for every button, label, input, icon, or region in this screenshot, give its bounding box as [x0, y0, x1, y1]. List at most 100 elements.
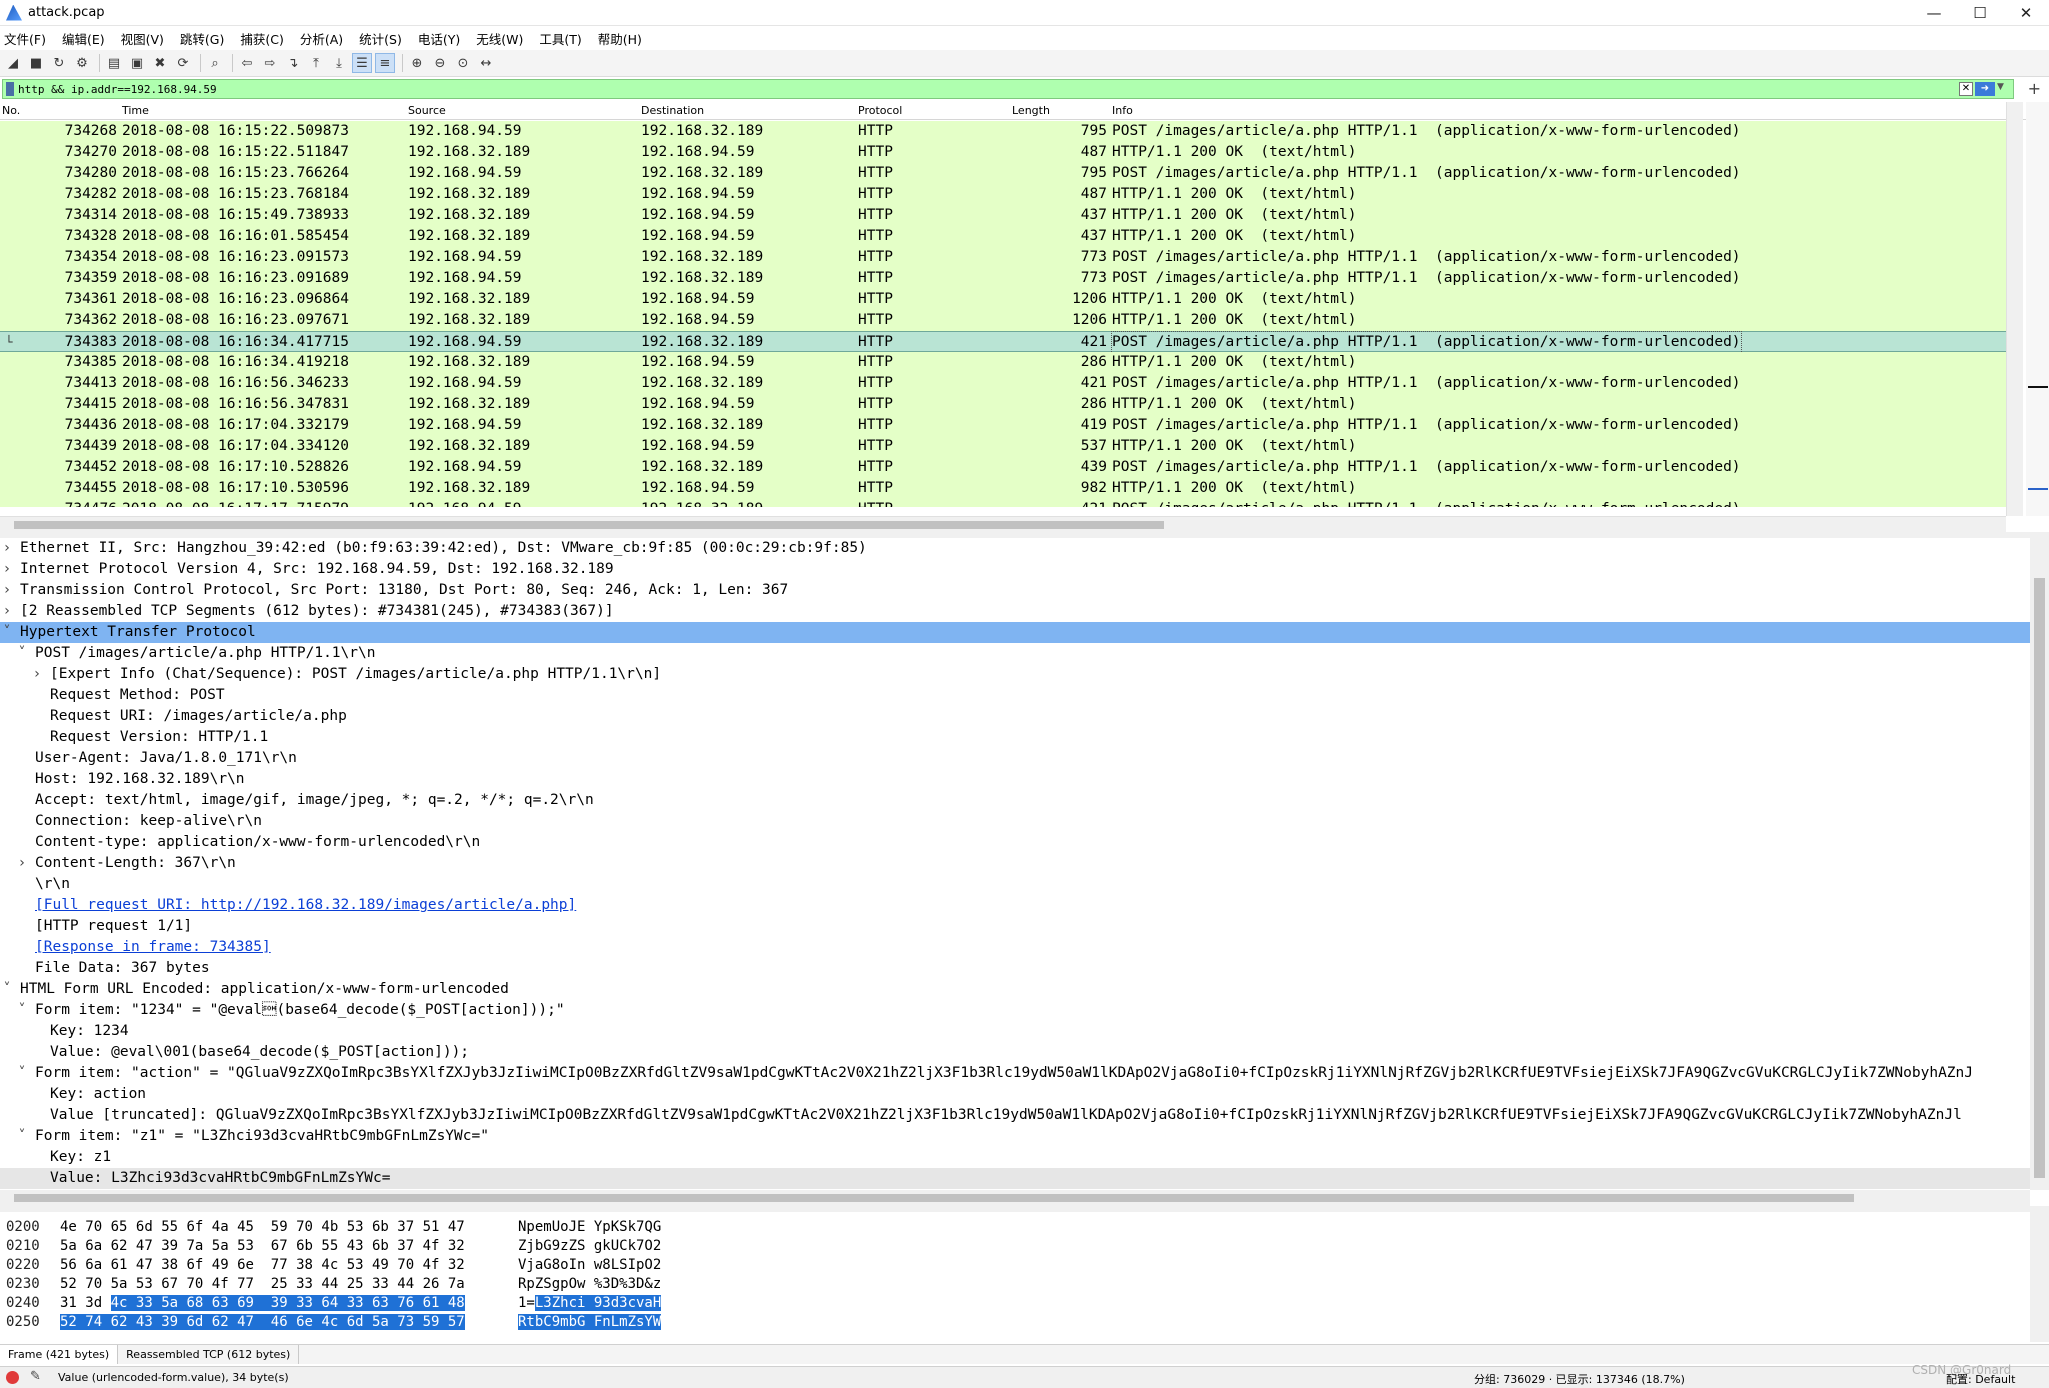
details-vscroll[interactable] [2030, 538, 2049, 1190]
hscroll-thumb[interactable] [14, 1194, 1854, 1202]
byte-hex-value[interactable]: 6f [186, 1257, 203, 1273]
go-to-packet-icon[interactable]: ↴ [283, 53, 303, 73]
byte-hex-value[interactable]: 6f [186, 1219, 203, 1235]
collapsed-chevron-icon[interactable]: › [0, 559, 14, 580]
detail-link[interactable]: [Full request URI: http://192.168.32.189… [35, 895, 576, 916]
byte-hex-value[interactable]: 77 [271, 1257, 288, 1273]
zoom-out-icon[interactable]: ⊖ [430, 53, 450, 73]
byte-hex-value[interactable]: 47 [237, 1314, 254, 1330]
byte-hex-value[interactable]: 62 [111, 1238, 128, 1254]
column-time[interactable]: Time [122, 104, 149, 117]
collapsed-chevron-icon[interactable]: › [0, 601, 14, 622]
byte-hex-value[interactable]: 4f [212, 1276, 229, 1292]
menu-item[interactable]: 无线(W) [476, 29, 523, 48]
collapsed-chevron-icon[interactable]: › [0, 538, 14, 559]
packet-row[interactable]: 734436 2018-08-08 16:17:04.332179 192.168.… [0, 415, 2006, 436]
bookmark-icon[interactable] [6, 82, 14, 96]
byte-hex-value[interactable]: 46 [270, 1314, 288, 1330]
expanded-chevron-icon[interactable]: ˅ [0, 979, 14, 1000]
byte-hex-value[interactable]: 70 [296, 1219, 313, 1235]
menu-item[interactable]: 编辑(E) [62, 29, 105, 48]
byte-hex-value[interactable]: 6b [372, 1219, 389, 1235]
expanded-chevron-icon[interactable]: ˅ [15, 1063, 29, 1084]
detail-line[interactable]: Key: action [0, 1084, 2030, 1105]
byte-hex-value[interactable]: 5a [212, 1238, 229, 1254]
expanded-chevron-icon[interactable]: ˅ [15, 1126, 29, 1147]
byte-hex-value[interactable]: 55 [321, 1238, 338, 1254]
menu-item[interactable]: 工具(T) [539, 29, 581, 48]
byte-hex-value[interactable]: 69 [237, 1295, 254, 1311]
detail-line[interactable]: Connection: keep-alive\r\n [0, 811, 2030, 832]
byte-hex-value[interactable]: 59 [422, 1314, 440, 1330]
collapsed-chevron-icon[interactable]: › [0, 580, 14, 601]
packet-row[interactable]: 734413 2018-08-08 16:16:56.346233 192.168.… [0, 373, 2006, 394]
expert-info-icon[interactable] [6, 1371, 19, 1384]
autoscroll-icon[interactable]: ☰ [352, 53, 372, 73]
byte-hex-value[interactable]: 45 [237, 1219, 254, 1235]
byte-hex-value[interactable]: 39 [270, 1295, 288, 1311]
detail-line[interactable]: Accept: text/html, image/gif, image/jpeg… [0, 790, 2030, 811]
detail-line[interactable]: › Content-Length: 367\r\n [0, 853, 2030, 874]
packet-row[interactable]: 734362 2018-08-08 16:16:23.097671 192.168.… [0, 310, 2006, 331]
details-hscroll[interactable] [0, 1190, 2030, 1206]
packet-row[interactable]: 734383 2018-08-08 16:16:34.417715 192.168.… [0, 331, 2006, 354]
packet-row[interactable]: 734359 2018-08-08 16:16:23.091689 192.168.… [0, 268, 2006, 289]
byte-hex-value[interactable]: 6a [85, 1257, 102, 1273]
byte-hex-value[interactable]: 6e [296, 1314, 313, 1330]
byte-hex-value[interactable]: 55 [161, 1219, 178, 1235]
maximize-icon[interactable]: ☐ [1957, 0, 2003, 26]
byte-hex-value[interactable]: 56 [60, 1257, 77, 1273]
find-icon[interactable]: ⌕ [205, 53, 225, 73]
detail-line[interactable]: › Ethernet II, Src: Hangzhou_39:42:ed (b0… [0, 538, 2030, 559]
detail-line[interactable]: Request URI: /images/article/a.php [0, 706, 2030, 727]
byte-hex-value[interactable]: 7a [186, 1238, 203, 1254]
detail-line[interactable]: Key: z1 [0, 1147, 2030, 1168]
byte-hex-value[interactable]: 5a [111, 1276, 128, 1292]
close-file-icon[interactable]: ✖ [150, 53, 170, 73]
byte-hex-value[interactable]: 3d [85, 1295, 102, 1311]
byte-hex-value[interactable]: 61 [422, 1295, 440, 1311]
byte-hex-value[interactable]: 33 [135, 1295, 153, 1311]
first-packet-icon[interactable]: ⤒ [306, 53, 326, 73]
filter-history-icon[interactable]: ▼ [1997, 82, 2009, 92]
minimize-icon[interactable]: — [1911, 0, 1957, 26]
byte-ascii[interactable]: RpZSgpOw %3D%3D&z [518, 1275, 661, 1294]
open-folder-icon[interactable]: ▤ [104, 53, 124, 73]
byte-hex-value[interactable]: 33 [346, 1295, 364, 1311]
vscroll-thumb[interactable] [2034, 578, 2045, 1178]
collapsed-chevron-icon[interactable]: › [15, 853, 29, 874]
colorize-icon[interactable]: ≡ [375, 53, 395, 73]
display-filter-text[interactable]: http && ip.addr==192.168.94.59 [18, 83, 217, 96]
byte-hex-value[interactable]: 62 [211, 1314, 229, 1330]
packet-row[interactable]: 734280 2018-08-08 16:15:23.766264 192.168.… [0, 163, 2006, 184]
byte-hex-value[interactable]: 57 [447, 1314, 465, 1330]
byte-hex-value[interactable]: 6e [237, 1257, 254, 1273]
byte-hex-value[interactable]: 4f [423, 1238, 440, 1254]
byte-hex-value[interactable]: 38 [296, 1257, 313, 1273]
detail-line[interactable]: Key: 1234 [0, 1021, 2030, 1042]
byte-hex-value[interactable]: 70 [397, 1257, 414, 1273]
byte-hex-value[interactable]: 38 [161, 1257, 178, 1273]
packet-row[interactable]: 734361 2018-08-08 16:16:23.096864 192.168.… [0, 289, 2006, 310]
packet-row[interactable]: 734415 2018-08-08 16:16:56.347831 192.168.… [0, 394, 2006, 415]
byte-hex-value[interactable]: 6d [136, 1219, 153, 1235]
byte-hex-value[interactable]: 4e [60, 1219, 77, 1235]
save-icon[interactable]: ▣ [127, 53, 147, 73]
byte-hex-value[interactable]: 6d [346, 1314, 364, 1330]
byte-hex-value[interactable]: 74 [85, 1314, 103, 1330]
byte-hex-value[interactable]: 4c [321, 1257, 338, 1273]
byte-hex-value[interactable]: 32 [448, 1238, 465, 1254]
detail-line[interactable]: › Internet Protocol Version 4, Src: 192.1… [0, 559, 2030, 580]
byte-hex-value[interactable]: 37 [397, 1219, 414, 1235]
byte-hex-value[interactable]: 52 [60, 1276, 77, 1292]
byte-hex-value[interactable]: 37 [397, 1238, 414, 1254]
byte-hex-value[interactable]: 63 [211, 1295, 229, 1311]
byte-hex-value[interactable]: 5a [60, 1238, 77, 1254]
packet-row[interactable]: 734455 2018-08-08 16:17:10.530596 192.168.… [0, 478, 2006, 499]
menu-item[interactable]: 帮助(H) [598, 29, 642, 48]
packet-row[interactable]: 734354 2018-08-08 16:16:23.091573 192.168.… [0, 247, 2006, 268]
detail-line[interactable]: › [Expert Info (Chat/Sequence): POST /ima… [0, 664, 2030, 685]
detail-line[interactable]: › Transmission Control Protocol, Src Port… [0, 580, 2030, 601]
packet-row[interactable]: 734268 2018-08-08 16:15:22.509873 192.168.… [0, 121, 2006, 142]
packet-row[interactable]: 734385 2018-08-08 16:16:34.419218 192.168.… [0, 352, 2006, 373]
